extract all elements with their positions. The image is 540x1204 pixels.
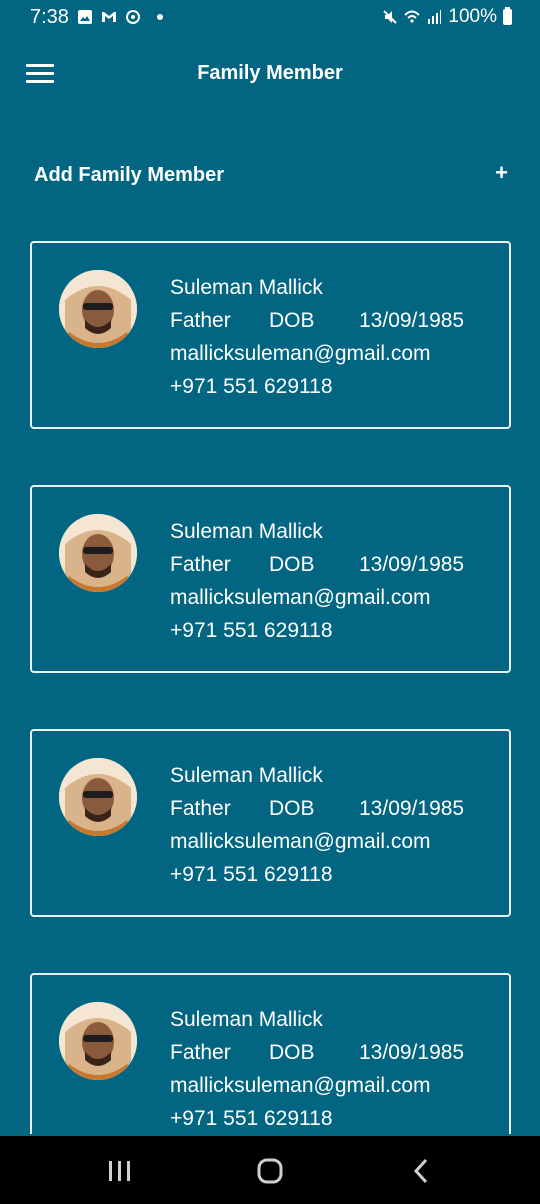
gmail-icon: [101, 12, 116, 22]
member-info: Suleman Mallick Father DOB 13/09/1985 ma…: [170, 515, 490, 647]
system-nav-bar: [0, 1136, 540, 1204]
avatar: [59, 270, 137, 348]
avatar-image: [59, 514, 137, 592]
notification-dot-icon: [156, 14, 163, 20]
member-name: Suleman Mallick: [170, 764, 323, 787]
member-card[interactable]: Suleman Mallick Father DOB 13/09/1985 ma…: [30, 729, 511, 917]
gallery-icon: [77, 10, 92, 24]
avatar: [59, 514, 137, 592]
member-list: Suleman Mallick Father DOB 13/09/1985 ma…: [30, 241, 511, 1134]
battery-icon: [503, 7, 512, 25]
status-bar: 7:38 100%: [0, 0, 540, 34]
avatar: [59, 1002, 137, 1080]
member-card[interactable]: Suleman Mallick Father DOB 13/09/1985 ma…: [30, 485, 511, 673]
status-time: 7:38: [30, 5, 69, 28]
member-phone: +971 551 629118: [170, 1107, 333, 1130]
back-icon[interactable]: [402, 1156, 442, 1186]
app-bar: Family Member: [0, 34, 540, 116]
home-icon[interactable]: [250, 1156, 290, 1186]
member-email: mallicksuleman@gmail.com: [170, 586, 431, 609]
member-phone: +971 551 629118: [170, 375, 333, 398]
member-phone: +971 551 629118: [170, 863, 333, 886]
member-details-row: Father DOB 13/09/1985: [170, 304, 490, 337]
member-relation: Father: [170, 1041, 231, 1064]
dob-value: 13/09/1985: [359, 797, 465, 820]
status-left: 7:38: [30, 6, 163, 29]
add-family-member-row[interactable]: Add Family Member +: [0, 156, 540, 196]
member-name: Suleman Mallick: [170, 276, 323, 299]
avatar-image: [59, 758, 137, 836]
member-relation: Father: [170, 797, 231, 820]
add-family-member-label: Add Family Member: [34, 164, 225, 186]
dob-value: 13/09/1985: [359, 553, 465, 576]
member-info: Suleman Mallick Father DOB 13/09/1985 ma…: [170, 1003, 490, 1134]
member-card[interactable]: Suleman Mallick Father DOB 13/09/1985 ma…: [30, 973, 511, 1134]
member-email: mallicksuleman@gmail.com: [170, 342, 431, 365]
signal-icon: [428, 10, 442, 24]
avatar: [59, 758, 137, 836]
member-info: Suleman Mallick Father DOB 13/09/1985 ma…: [170, 271, 490, 403]
avatar-image: [59, 270, 137, 348]
member-relation: Father: [170, 309, 231, 332]
recent-apps-icon[interactable]: [100, 1156, 140, 1186]
member-details-row: Father DOB 13/09/1985: [170, 548, 490, 581]
status-right: 100%: [382, 6, 512, 28]
member-details-row: Father DOB 13/09/1985: [170, 1036, 490, 1069]
member-name: Suleman Mallick: [170, 1008, 323, 1031]
member-info: Suleman Mallick Father DOB 13/09/1985 ma…: [170, 759, 490, 891]
add-plus-icon[interactable]: +: [495, 160, 508, 186]
dob-label: DOB: [269, 553, 315, 576]
dob-value: 13/09/1985: [359, 309, 465, 332]
member-details-row: Father DOB 13/09/1985: [170, 792, 490, 825]
dob-value: 13/09/1985: [359, 1041, 465, 1064]
member-email: mallicksuleman@gmail.com: [170, 830, 431, 853]
member-name: Suleman Mallick: [170, 520, 323, 543]
mute-icon: [383, 10, 398, 24]
page-title: Family Member: [197, 62, 343, 84]
sync-icon: [125, 10, 140, 24]
member-card[interactable]: Suleman Mallick Father DOB 13/09/1985 ma…: [30, 241, 511, 429]
dob-label: DOB: [269, 1041, 315, 1064]
dob-label: DOB: [269, 797, 315, 820]
member-email: mallicksuleman@gmail.com: [170, 1074, 431, 1097]
member-phone: +971 551 629118: [170, 619, 333, 642]
wifi-icon: [404, 10, 421, 23]
member-relation: Father: [170, 553, 231, 576]
avatar-image: [59, 1002, 137, 1080]
dob-label: DOB: [269, 309, 315, 332]
battery-percent: 100%: [448, 6, 497, 27]
